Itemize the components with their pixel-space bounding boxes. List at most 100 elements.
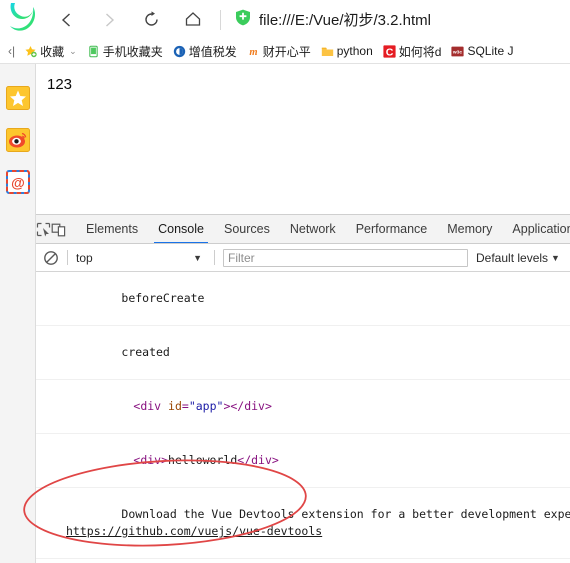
sidebar-item-weibo[interactable] [5, 128, 30, 152]
bookmark-item-favorites[interactable]: 收藏 ⌄ [19, 39, 82, 63]
at-sign-icon: @ [5, 170, 30, 194]
dom-tag-open: <div [133, 399, 169, 413]
tab-elements[interactable]: Elements [76, 215, 148, 243]
console-message-dom: <div>helloworld</div> [36, 434, 570, 488]
console-filter-bar: top ▼ Default levels ▼ [36, 244, 570, 272]
bookmarks-bar: ‹| 收藏 ⌄ 手机收藏夹 增值税发 m 财开心平 python C 如何将d … [0, 39, 570, 64]
home-icon [185, 12, 201, 26]
clear-console-button[interactable] [43, 250, 59, 266]
bookmark-item-caikaixinping[interactable]: m 财开心平 [242, 39, 316, 63]
chevron-down-icon[interactable]: ⌄ [67, 46, 77, 57]
dom-text-node: helloworld [168, 453, 238, 467]
forward-button[interactable] [88, 0, 130, 39]
sidebar-item-email[interactable]: @ [5, 170, 30, 194]
vue-devtools-link[interactable]: https://github.com/vuejs/vue-devtools [66, 524, 322, 538]
bookmark-item-python[interactable]: python [316, 39, 378, 63]
dom-tag-close: </div> [237, 453, 279, 467]
filterbar-divider-2 [214, 250, 215, 265]
console-message-text: beforeCreate [121, 291, 205, 305]
log-levels-label: Default levels [476, 250, 549, 265]
console-message-text: created [121, 345, 170, 359]
bookmark-label: python [336, 44, 373, 58]
bookmark-label: 手机收藏夹 [102, 44, 163, 59]
console-context-selector[interactable]: top ▼ [76, 251, 206, 265]
bookmark-item-ruhejiang[interactable]: C 如何将d [378, 39, 447, 63]
console-message: beforeCreate [36, 272, 570, 326]
folder-icon [321, 47, 333, 56]
back-button[interactable] [46, 0, 88, 39]
blue-circle-icon [173, 45, 185, 57]
svg-text:m: m [249, 47, 257, 58]
svg-text:@: @ [11, 175, 25, 191]
tab-label: Memory [447, 222, 493, 236]
chevron-down-icon: ▼ [193, 252, 202, 263]
clear-console-icon [44, 250, 58, 265]
svg-text:C: C [385, 46, 393, 58]
console-log-levels-selector[interactable]: Default levels ▼ [468, 251, 560, 265]
dom-tag-open: <div> [133, 453, 169, 467]
phone-icon [89, 45, 98, 57]
tab-network[interactable]: Network [280, 215, 346, 243]
tab-label: Application [512, 222, 570, 236]
home-button[interactable] [172, 0, 214, 39]
dom-attr-value: "app" [188, 399, 224, 413]
back-arrow-icon [61, 12, 70, 27]
reload-button[interactable] [130, 0, 172, 39]
bookmark-label: 收藏 [40, 44, 65, 59]
console-message: created [36, 326, 570, 380]
weibo-eye-icon [5, 128, 30, 152]
bookmark-label: 财开心平 [262, 44, 311, 59]
console-message-devtools-tip: Download the Vue Devtools extension for … [36, 488, 570, 559]
tab-label: Console [158, 222, 204, 236]
inspect-cursor-icon [36, 222, 51, 236]
tab-memory[interactable]: Memory [437, 215, 502, 243]
bookmark-item-vat[interactable]: 增值税发 [168, 39, 242, 63]
bookmarks-overflow-icon[interactable]: ‹| [0, 44, 19, 58]
bookmark-label: 增值税发 [188, 44, 237, 59]
console-message-dom: <div id="app"></div> [36, 380, 570, 434]
browser-side-rail: @ [0, 64, 36, 563]
dom-equals: = [181, 399, 189, 413]
bookmark-label: SQLite J [467, 44, 514, 58]
inspect-element-button[interactable] [36, 215, 51, 243]
console-filter-input[interactable] [223, 248, 468, 267]
tab-label: Elements [86, 222, 139, 236]
browser-logo-icon [0, 0, 46, 39]
dom-tag-close: ></div> [223, 399, 272, 413]
console-context-value: top [76, 250, 93, 265]
chevron-down-icon: ▼ [551, 252, 560, 263]
star-icon [5, 86, 30, 110]
devtools-panel: Elements Console Sources Network Perform… [36, 214, 570, 563]
tab-label: Network [289, 222, 336, 236]
tab-sources[interactable]: Sources [214, 215, 280, 243]
bookmark-item-mobile-favorites[interactable]: 手机收藏夹 [82, 39, 168, 63]
url-text: file:///E:/Vue/初步/3.2.html [259, 12, 432, 29]
browser-window: file:///E:/Vue/初步/3.2.html ‹| 收藏 ⌄ 手机收藏夹 [0, 0, 570, 563]
console-message-dev-mode: You are running Vue in development mode.… [36, 559, 570, 563]
address-bar[interactable]: file:///E:/Vue/初步/3.2.html [227, 0, 570, 39]
device-toggle-icon [51, 223, 66, 236]
w3c-icon: w3c [451, 46, 465, 56]
c-letter-icon: C [383, 44, 396, 58]
sidebar-item-favorites[interactable] [5, 86, 30, 110]
tab-label: Sources [223, 222, 270, 236]
forward-arrow-icon [106, 12, 115, 27]
browser-toolbar: file:///E:/Vue/初步/3.2.html [0, 0, 570, 39]
tab-performance[interactable]: Performance [346, 215, 438, 243]
page-body-text: 123 [47, 76, 73, 93]
m-letter-icon: m [249, 47, 257, 58]
tab-application[interactable]: Application [502, 215, 570, 243]
device-toolbar-button[interactable] [51, 215, 66, 243]
svg-text:w3c: w3c [452, 49, 462, 55]
filterbar-divider [67, 250, 68, 265]
toolbar-divider [220, 9, 221, 30]
green-shield-icon [235, 9, 251, 31]
bookmark-item-sqlite[interactable]: w3c SQLite J [446, 39, 518, 63]
dom-attr-name: id [168, 399, 182, 413]
page-viewport: 123 [36, 64, 570, 214]
star-folder-icon [25, 45, 37, 57]
console-message-list[interactable]: beforeCreate created <div id="app"></div… [36, 272, 570, 563]
devtools-tip-text: Download the Vue Devtools extension for … [121, 507, 570, 521]
devtools-tabbar: Elements Console Sources Network Perform… [36, 215, 570, 244]
tab-console[interactable]: Console [148, 215, 214, 243]
